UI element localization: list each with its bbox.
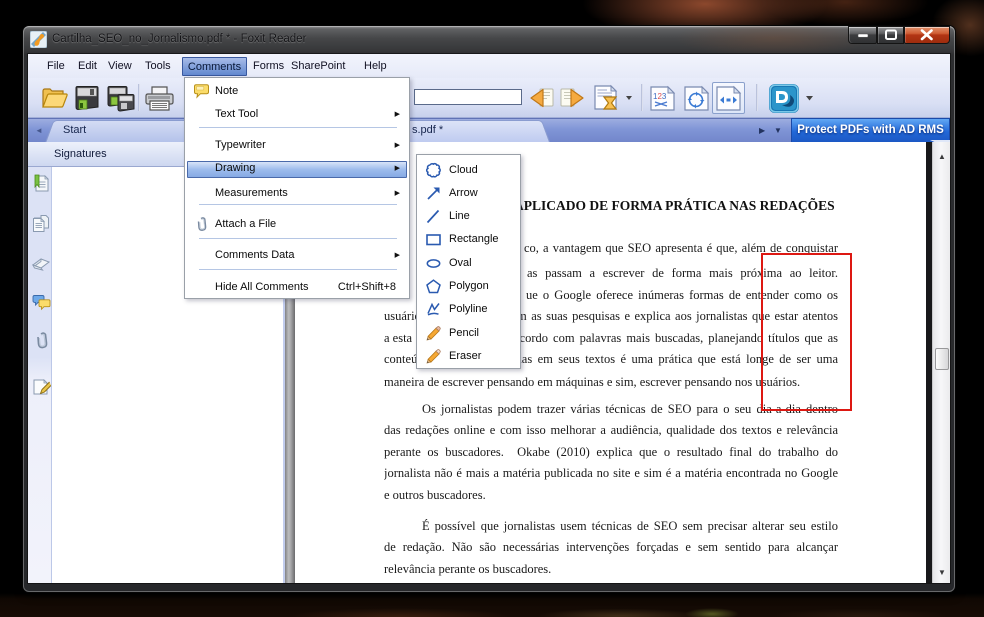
svg-text:123: 123 bbox=[653, 92, 667, 101]
